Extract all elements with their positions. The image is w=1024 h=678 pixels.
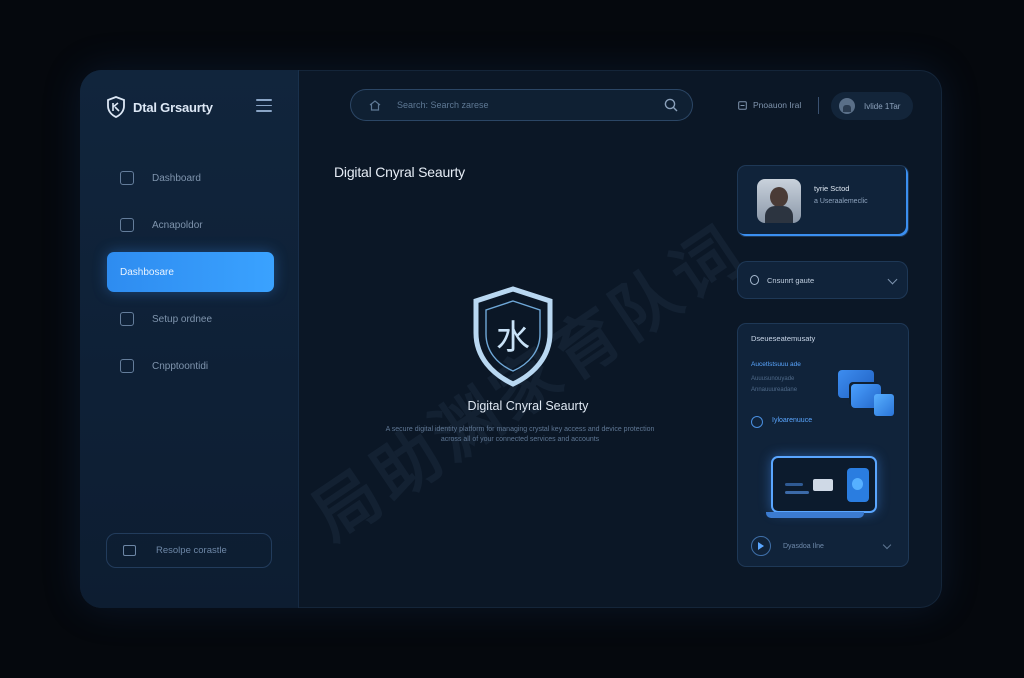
detail-line: Annauuureadane bbox=[751, 387, 798, 393]
dropdown-label: Cnsunrt gaute bbox=[767, 275, 815, 285]
sidebar-item-active[interactable]: Dashbosare bbox=[107, 252, 274, 292]
chevron-down-icon[interactable] bbox=[882, 540, 892, 550]
box-icon bbox=[120, 359, 134, 373]
sidebar-item-setup[interactable]: Setup ordnee bbox=[107, 299, 274, 339]
brand: Dtal Grsaurty bbox=[106, 96, 213, 118]
sidebar: Dtal Grsaurty Dashboard Acnapoldor Dashb… bbox=[80, 70, 299, 608]
home-icon bbox=[369, 99, 381, 111]
detail-line: Auuusunouyade bbox=[751, 376, 795, 382]
shield-emblem: 水 bbox=[468, 285, 558, 394]
user-subtitle: a Useraalemeclic bbox=[814, 198, 868, 205]
page-title: Digital Cnyral Seaurty bbox=[334, 164, 465, 180]
search-icon[interactable] bbox=[664, 98, 678, 112]
brand-name: Dtal Grsaurty bbox=[133, 99, 213, 115]
document-icon bbox=[120, 171, 134, 185]
detail-line: Aucetlstsuuu ade bbox=[751, 361, 801, 368]
device-illustration bbox=[771, 456, 877, 513]
profile-label: Ivlide 1Tar bbox=[864, 101, 901, 111]
sidebar-item-accounts[interactable]: Acnapoldor bbox=[107, 205, 274, 245]
device-bar bbox=[785, 483, 803, 486]
device-bar bbox=[785, 491, 809, 494]
chevron-down-icon bbox=[887, 274, 898, 285]
chat-icon bbox=[123, 545, 136, 556]
sidebar-item-label: Dashboard bbox=[152, 172, 201, 184]
notifications-label: Pnoauon Iral bbox=[753, 100, 802, 110]
bell-icon bbox=[738, 100, 747, 110]
search-bar[interactable] bbox=[350, 89, 693, 121]
file-icon bbox=[874, 394, 894, 416]
power-icon bbox=[750, 275, 759, 285]
notifications-link[interactable]: Pnoauon Iral bbox=[738, 100, 801, 110]
monitor-icon bbox=[120, 312, 134, 326]
detail-footer-button[interactable]: Dyasdoa Ilne bbox=[751, 536, 824, 556]
device-panel bbox=[847, 468, 869, 502]
sidebar-item-label: Cnpptoontidi bbox=[152, 360, 209, 372]
header-divider bbox=[818, 97, 819, 114]
sidebar-item-dashboard[interactable]: Dashboard bbox=[107, 158, 274, 198]
app-window: Dtal Grsaurty Dashboard Acnapoldor Dashb… bbox=[80, 70, 942, 608]
detail-footer-label: Dyasdoa Ilne bbox=[783, 542, 824, 550]
detail-link[interactable]: Iyloarenuuce bbox=[772, 417, 812, 424]
emblem-glyph: 水 bbox=[496, 318, 530, 358]
profile-menu[interactable]: Ivlide 1Tar bbox=[831, 92, 913, 120]
detail-card: Dseueseatemusaty Aucetlstsuuu ade Auuusu… bbox=[737, 323, 909, 567]
shield-logo-icon bbox=[107, 96, 125, 118]
user-card[interactable]: tyrie Sctod a Useraalemeclic bbox=[737, 165, 909, 237]
sidebar-item-label: Dashbosare bbox=[120, 266, 174, 278]
search-input[interactable] bbox=[395, 99, 650, 111]
hamburger-menu-icon[interactable] bbox=[256, 99, 272, 113]
center-description: A secure digital identity platform for m… bbox=[385, 426, 655, 443]
sidebar-footer-label: Resolpe corastle bbox=[156, 545, 227, 556]
detail-heading: Dseueseatemusaty bbox=[751, 334, 816, 343]
device-base bbox=[766, 512, 864, 518]
play-icon bbox=[751, 536, 771, 556]
sidebar-item-label: Acnapoldor bbox=[152, 219, 203, 231]
sidebar-item-label: Setup ordnee bbox=[152, 313, 213, 325]
center-title: Digital Cnyral Seaurty bbox=[467, 399, 589, 413]
shield-emblem-icon: 水 bbox=[473, 286, 553, 387]
circle-icon bbox=[751, 416, 763, 428]
clipboard-icon bbox=[120, 218, 134, 232]
user-name: tyrie Sctod bbox=[814, 184, 850, 193]
card-chip-icon bbox=[813, 479, 833, 491]
avatar bbox=[839, 98, 855, 114]
user-photo bbox=[757, 179, 801, 223]
sidebar-item-components[interactable]: Cnpptoontidi bbox=[107, 346, 274, 386]
resolve-console-button[interactable]: Resolpe corastle bbox=[106, 533, 272, 568]
status-dropdown[interactable]: Cnsunrt gaute bbox=[737, 261, 908, 299]
